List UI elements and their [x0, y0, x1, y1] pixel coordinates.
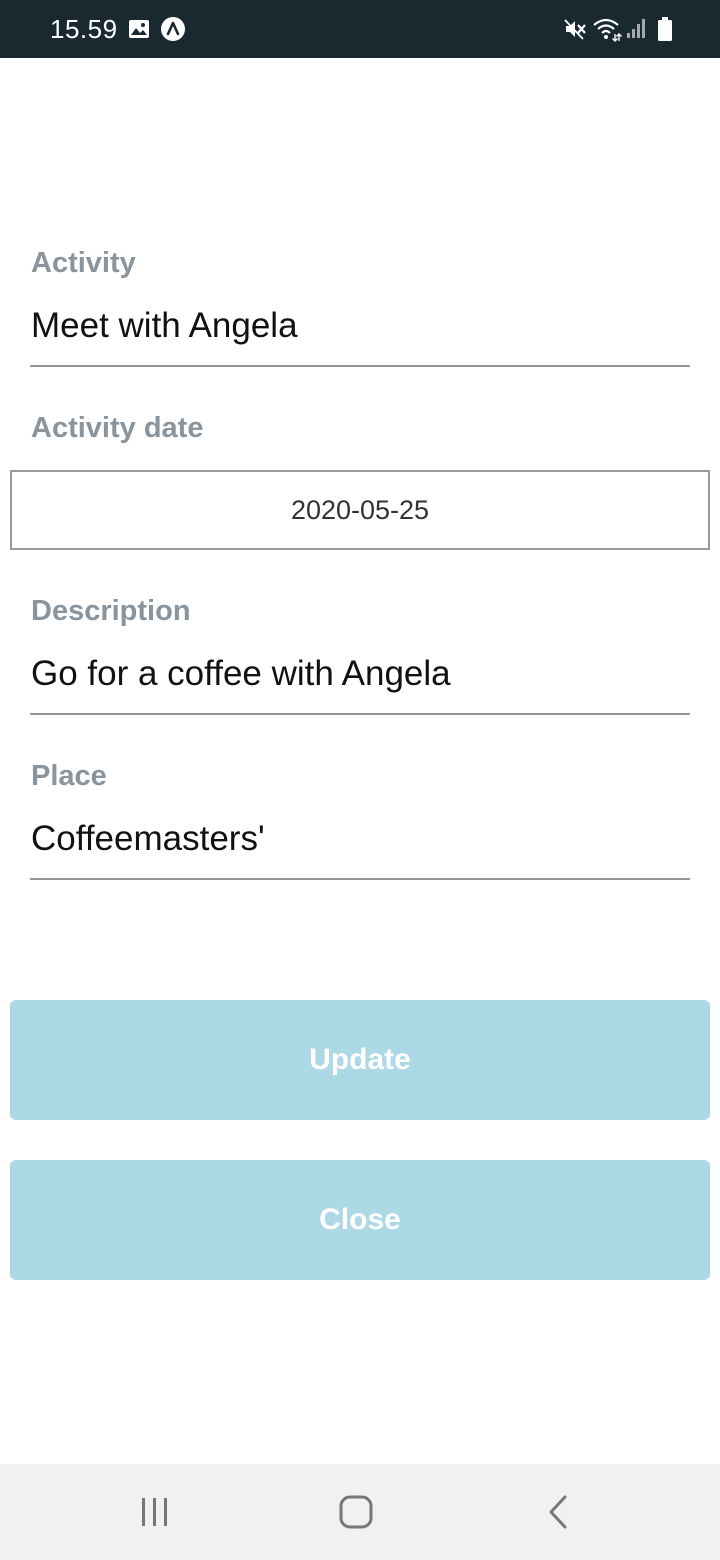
place-underline: [30, 878, 690, 880]
activity-label: Activity: [31, 247, 136, 279]
activity-date-picker[interactable]: 2020-05-25: [10, 470, 710, 550]
wifi-icon: [593, 18, 622, 42]
gallery-icon: [129, 20, 149, 38]
app-icon: [161, 17, 185, 41]
place-label: Place: [31, 760, 107, 792]
back-icon: [549, 1495, 567, 1529]
recent-apps-icon: [142, 1498, 167, 1526]
status-bar: 15.59: [0, 0, 720, 58]
update-button[interactable]: Update: [10, 1000, 710, 1120]
update-button-label: Update: [309, 1043, 411, 1076]
close-button[interactable]: Close: [10, 1160, 710, 1280]
mute-icon: [564, 19, 586, 40]
recent-apps-button[interactable]: [125, 1484, 185, 1540]
close-button-label: Close: [319, 1203, 401, 1236]
home-icon: [339, 1495, 373, 1529]
battery-icon: [658, 17, 672, 41]
place-input[interactable]: Coffeemasters': [31, 819, 265, 859]
activity-date-label: Activity date: [31, 412, 204, 444]
activity-date-value: 2020-05-25: [290, 494, 430, 525]
description-label: Description: [31, 595, 191, 627]
description-underline: [30, 713, 690, 715]
back-button[interactable]: [528, 1484, 588, 1540]
activity-underline: [30, 365, 690, 367]
home-button[interactable]: [326, 1484, 386, 1540]
navigation-bar: [0, 1464, 720, 1560]
status-time: 15.59: [50, 14, 118, 44]
activity-input[interactable]: Meet with Angela: [31, 306, 298, 346]
description-input[interactable]: Go for a coffee with Angela: [31, 654, 451, 694]
signal-icon: [627, 19, 645, 38]
